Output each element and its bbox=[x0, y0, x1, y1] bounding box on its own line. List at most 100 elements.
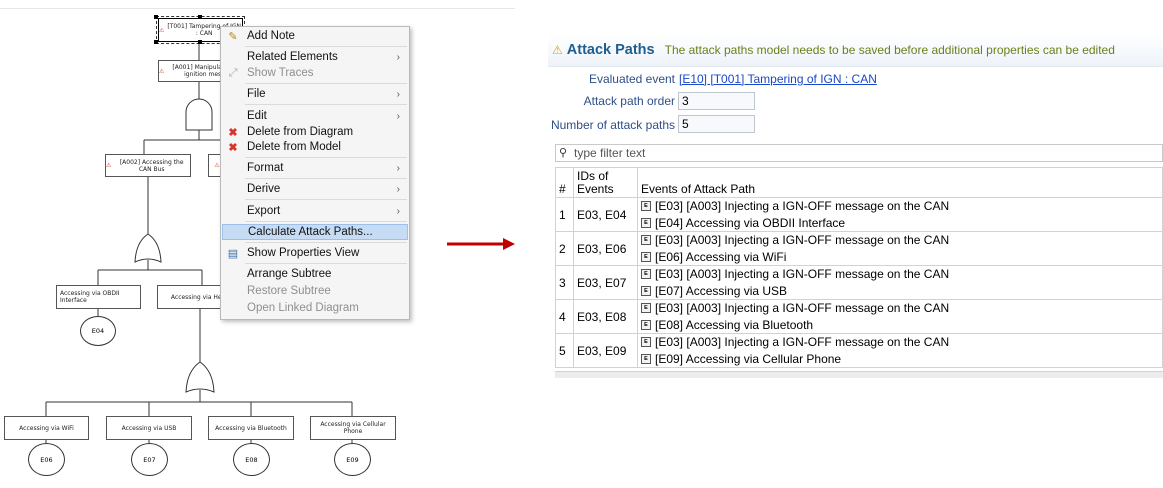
number-of-attack-paths-field[interactable]: 5 bbox=[678, 115, 755, 133]
event-icon: E bbox=[641, 269, 651, 280]
column-header-events[interactable]: Events of Attack Path bbox=[637, 167, 1163, 198]
attack-paths-table[interactable]: # IDs of Events Events of Attack Path 1E… bbox=[555, 167, 1163, 368]
row-events-cell: E [E03] [A003] Injecting a IGN-OFF messag… bbox=[637, 265, 1163, 300]
fault-tree-diagram[interactable]: ⚠ [T001] Tampering of IGN : CAN ⚠ [A001] M… bbox=[0, 0, 515, 488]
selection-handle[interactable] bbox=[154, 40, 158, 44]
event-node-usb[interactable]: Accessing via USB bbox=[106, 416, 192, 440]
table-row[interactable]: 2 E03, E06 E [E03] [A003] Injecting a IGN-O… bbox=[555, 231, 1163, 266]
column-header-ids[interactable]: IDs of Events bbox=[573, 167, 638, 198]
menu-item-format[interactable]: Format › bbox=[222, 160, 408, 176]
attack-path-order-label: Attack path order bbox=[583, 94, 675, 108]
panel-title: Attack Paths bbox=[566, 42, 655, 58]
event-text: [E07] Accessing via USB bbox=[655, 283, 788, 298]
menu-separator bbox=[245, 46, 407, 47]
event-node-bluetooth[interactable]: Accessing via Bluetooth bbox=[208, 416, 294, 440]
event-line: E [E03] [A003] Injecting a IGN-OFF messag… bbox=[641, 232, 1159, 249]
event-icon: E bbox=[641, 251, 651, 262]
event-circle-e06[interactable]: E06 bbox=[28, 443, 65, 476]
submenu-arrow-icon: › bbox=[396, 183, 400, 195]
menu-item-show-traces: ⤢ Show Traces bbox=[228, 66, 314, 80]
submenu-arrow-icon: › bbox=[396, 88, 400, 100]
row-events-cell: E [E03] [A003] Injecting a IGN-OFF messag… bbox=[637, 299, 1163, 334]
menu-item-delete-from-model[interactable]: ✖ Delete from Model bbox=[222, 139, 408, 155]
attack-icon: ⚠ bbox=[159, 67, 165, 75]
menu-item-delete-from-diagram[interactable]: ✖ Delete from Diagram bbox=[222, 124, 408, 140]
context-menu[interactable]: ✎ Add Note Related Elements › ⤢ Show Tra… bbox=[220, 26, 410, 320]
row-ids-cell: E03, E06 bbox=[573, 231, 638, 266]
row-events-cell: E [E03] [A003] Injecting a IGN-OFF messag… bbox=[637, 197, 1163, 232]
menu-separator bbox=[245, 242, 407, 243]
event-line: E [E06] Accessing via WiFi bbox=[641, 249, 1159, 266]
event-text: [E03] [A003] Injecting a IGN-OFF message… bbox=[655, 199, 950, 214]
table-row[interactable]: 4 E03, E08 E [E03] [A003] Injecting a IGN-O… bbox=[555, 299, 1163, 334]
evaluated-event-label: Evaluated event bbox=[588, 72, 675, 86]
red-x-icon: ✖ bbox=[228, 126, 238, 139]
menu-item-restore-subtree: Restore Subtree bbox=[247, 285, 331, 297]
event-line: E [E08] Accessing via Bluetooth bbox=[641, 317, 1159, 334]
row-ids-cell: E03, E08 bbox=[573, 299, 638, 334]
submenu-arrow-icon: › bbox=[396, 51, 400, 63]
event-text: [E04] Accessing via OBDII Interface bbox=[655, 215, 846, 230]
event-circle-e07[interactable]: E07 bbox=[131, 443, 168, 476]
table-row[interactable]: 1 E03, E04 E [E03] [A003] Injecting a IGN-O… bbox=[555, 197, 1163, 232]
event-icon: E bbox=[641, 353, 651, 364]
table-row[interactable]: 5 E03, E09 E [E03] [A003] Injecting a IGN-O… bbox=[555, 333, 1163, 368]
attack-icon: ⚠ bbox=[214, 162, 220, 169]
event-node-cellular[interactable]: Accessing via Cellular Phone bbox=[310, 416, 396, 440]
menu-separator bbox=[245, 199, 407, 200]
menu-item-arrange-subtree[interactable]: Arrange Subtree bbox=[222, 266, 408, 282]
row-ids-cell: E03, E09 bbox=[573, 333, 638, 368]
filter-placeholder: type filter text bbox=[574, 146, 646, 160]
menu-separator bbox=[245, 221, 407, 222]
event-icon: E bbox=[641, 319, 651, 330]
event-text: [E08] Accessing via Bluetooth bbox=[655, 317, 814, 332]
event-icon: E bbox=[641, 201, 651, 212]
event-circle-e09[interactable]: E09 bbox=[334, 443, 371, 476]
menu-item-edit[interactable]: Edit › bbox=[222, 108, 408, 124]
selection-handle[interactable] bbox=[154, 15, 158, 19]
event-circle-e08[interactable]: E08 bbox=[233, 443, 270, 476]
filter-input[interactable]: ⚲ type filter text bbox=[555, 144, 1163, 162]
event-line: E [E03] [A003] Injecting a IGN-OFF messag… bbox=[641, 266, 1159, 283]
table-horizontal-scrollbar[interactable] bbox=[555, 371, 1163, 378]
table-row[interactable]: 3 E03, E07 E [E03] [A003] Injecting a IGN-O… bbox=[555, 265, 1163, 300]
menu-item-file[interactable]: File › bbox=[222, 86, 408, 102]
submenu-arrow-icon: › bbox=[396, 205, 400, 217]
submenu-arrow-icon: › bbox=[396, 162, 400, 174]
menu-item-calculate-attack-paths[interactable]: Calculate Attack Paths... bbox=[222, 224, 408, 240]
threat-icon: ⚠ bbox=[159, 26, 165, 34]
event-line: E [E03] [A003] Injecting a IGN-OFF messag… bbox=[641, 198, 1159, 215]
row-events-cell: E [E03] [A003] Injecting a IGN-OFF messag… bbox=[637, 231, 1163, 266]
attack-node-a002[interactable]: ⚠ [A002] Accessing the CAN Bus bbox=[105, 154, 191, 177]
submenu-arrow-icon: › bbox=[396, 110, 400, 122]
menu-item-show-properties-view[interactable]: ▤ Show Properties View bbox=[222, 245, 408, 261]
attack-path-order-field[interactable]: 3 bbox=[678, 92, 755, 110]
event-node-wifi[interactable]: Accessing via WiFi bbox=[4, 416, 89, 440]
column-header-number[interactable]: # bbox=[555, 167, 574, 198]
selection-handle[interactable] bbox=[198, 15, 202, 19]
event-text: [E03] [A003] Injecting a IGN-OFF message… bbox=[655, 267, 950, 282]
event-line: E [E07] Accessing via USB bbox=[641, 283, 1159, 300]
menu-separator bbox=[245, 104, 407, 105]
event-circle-e04[interactable]: E04 bbox=[80, 316, 116, 346]
selection-handle[interactable] bbox=[198, 40, 202, 44]
event-text: [E06] Accessing via WiFi bbox=[655, 249, 787, 264]
event-node-obd[interactable]: Accessing via OBDII Interface bbox=[56, 285, 141, 309]
menu-separator bbox=[245, 178, 407, 179]
menu-separator bbox=[245, 157, 407, 158]
menu-item-derive[interactable]: Derive › bbox=[222, 181, 408, 197]
menu-item-related-elements[interactable]: Related Elements › bbox=[222, 49, 408, 65]
warning-icon: ⚠ bbox=[552, 43, 563, 57]
menu-item-export[interactable]: Export › bbox=[222, 203, 408, 219]
row-number-cell: 5 bbox=[555, 333, 574, 368]
menu-item-add-note[interactable]: ✎ Add Note bbox=[222, 28, 408, 44]
row-number-cell: 3 bbox=[555, 265, 574, 300]
event-text: [E03] [A003] Injecting a IGN-OFF message… bbox=[655, 233, 950, 248]
event-icon: E bbox=[641, 303, 651, 314]
properties-view-icon: ▤ bbox=[227, 247, 239, 260]
evaluated-event-link[interactable]: [E10] [T001] Tampering of IGN : CAN bbox=[679, 72, 877, 86]
table-header-row: # IDs of Events Events of Attack Path bbox=[555, 167, 1163, 198]
event-icon: E bbox=[641, 235, 651, 246]
event-icon: E bbox=[641, 285, 651, 296]
event-line: E [E03] [A003] Injecting a IGN-OFF messag… bbox=[641, 300, 1159, 317]
